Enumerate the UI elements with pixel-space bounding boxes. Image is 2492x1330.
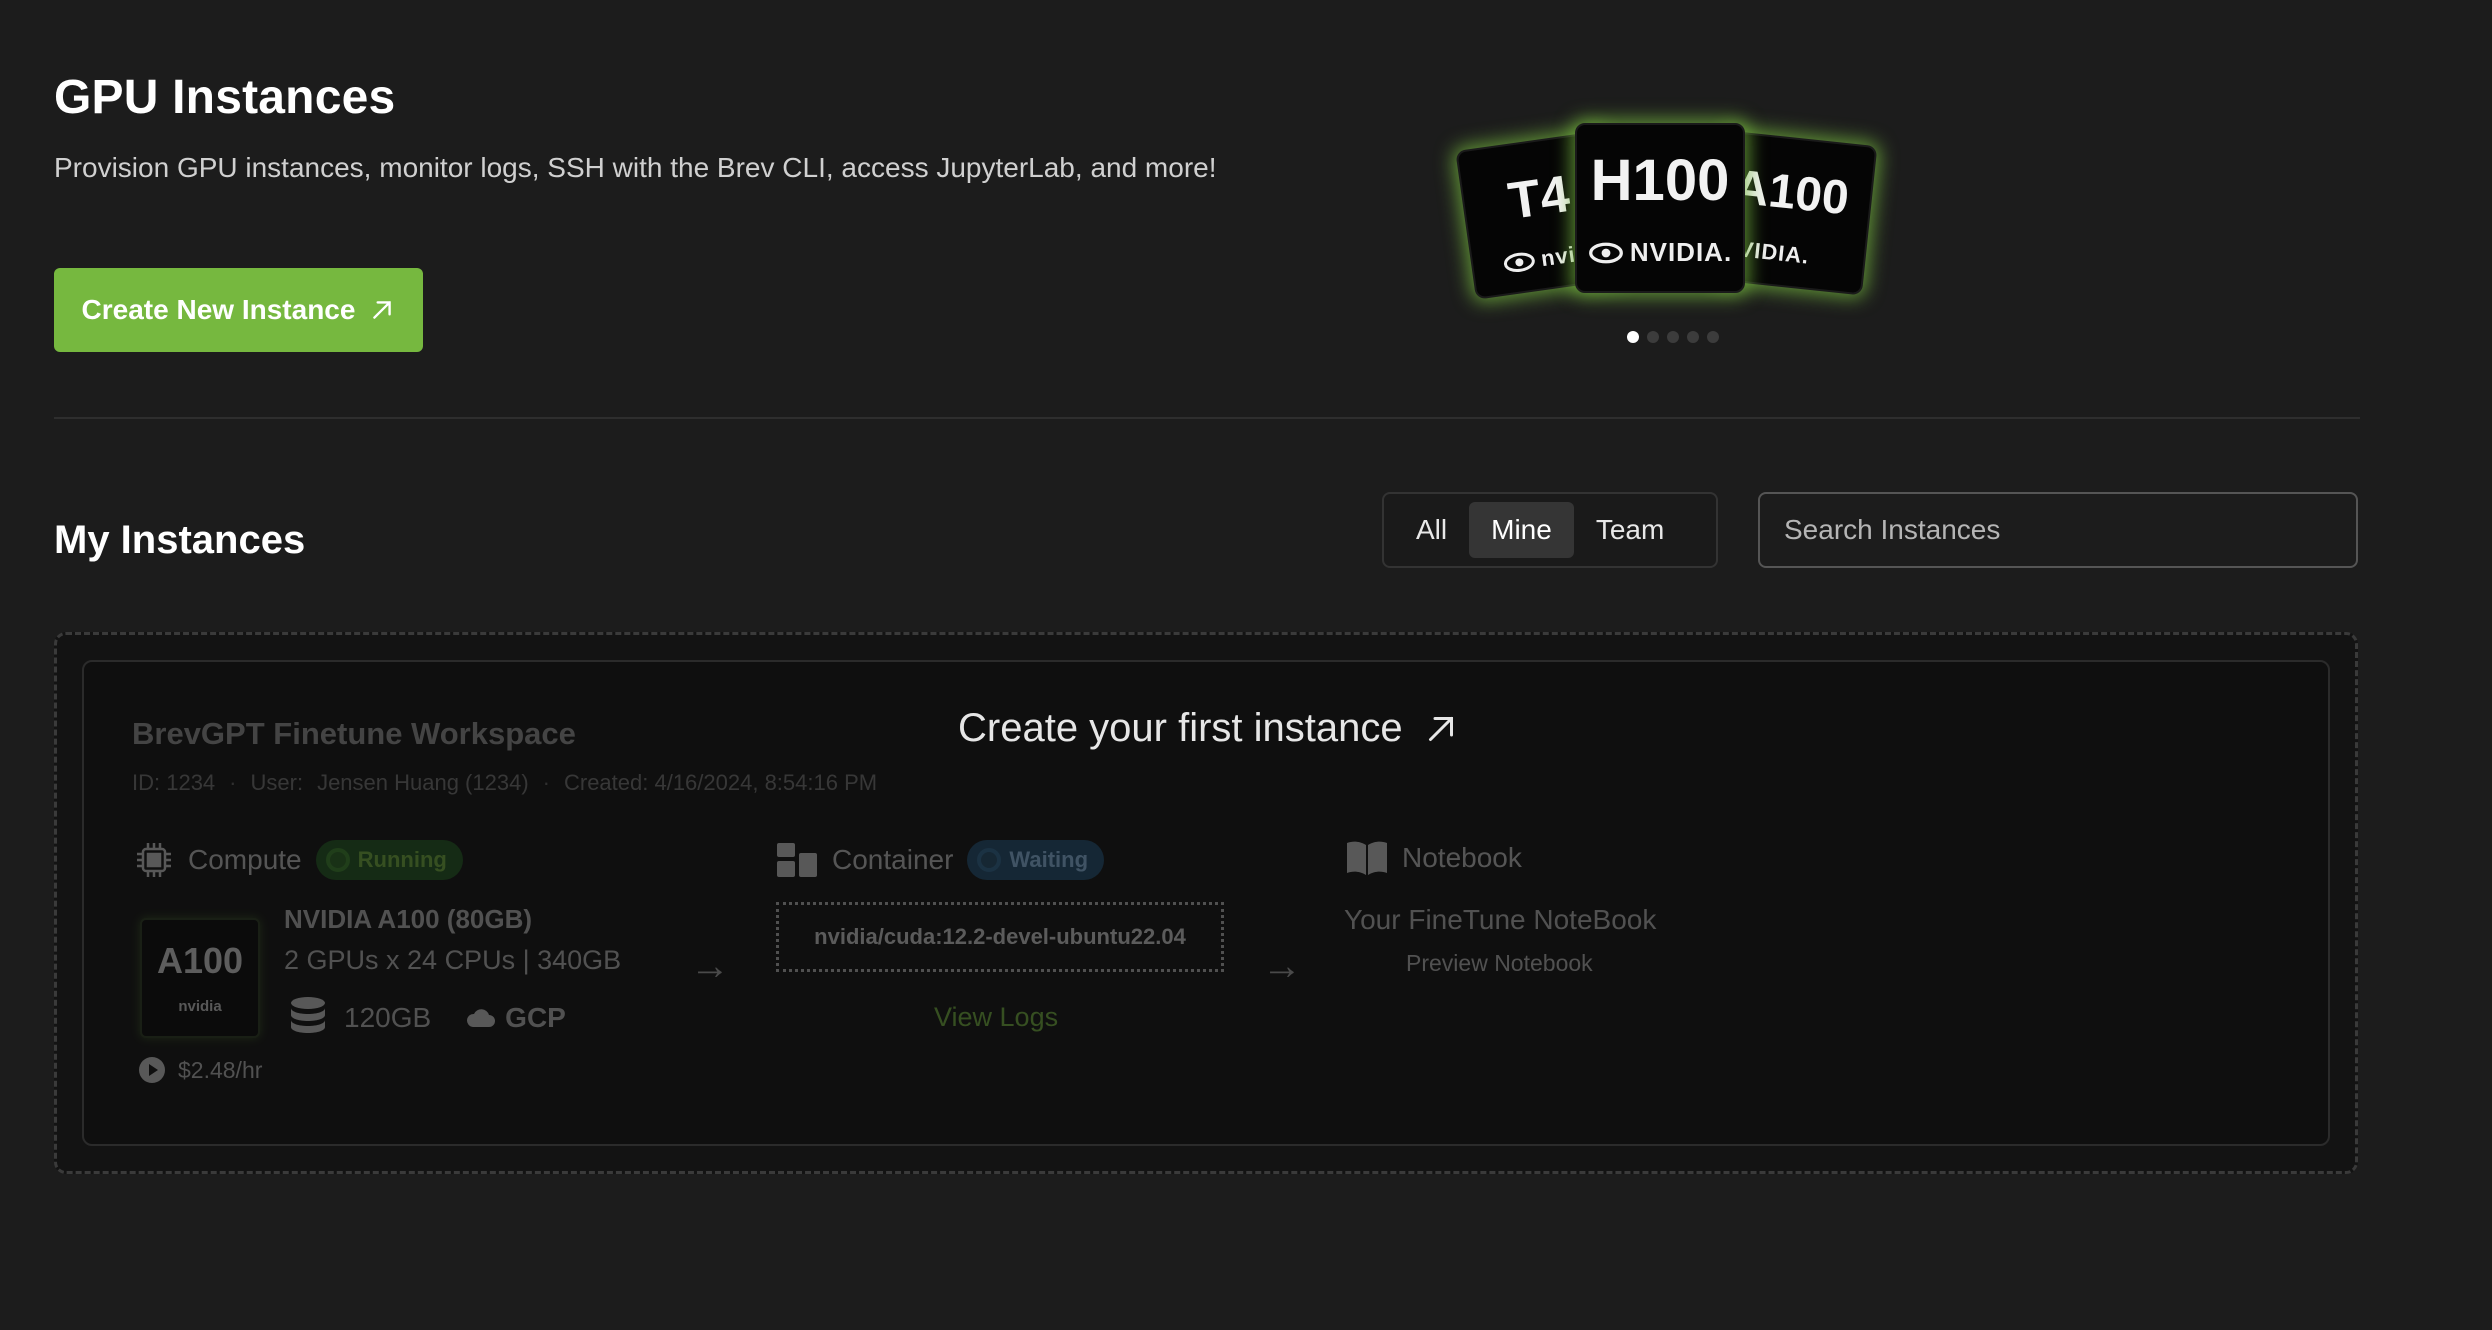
container-section-header: Container Waiting [776, 840, 1105, 880]
nvidia-logo: NVIDIA. [1577, 237, 1743, 268]
status-text: Waiting [1009, 847, 1089, 872]
meta-separator: · [229, 770, 237, 795]
section-divider [54, 417, 2360, 419]
carousel-pagination [1627, 331, 1719, 343]
page-description: Provision GPU instances, monitor logs, S… [54, 152, 1217, 183]
create-new-instance-button[interactable]: Create New Instance [54, 268, 423, 352]
gpu-carousel[interactable]: T4 nvidia A100 NVIDIA. H100 NVIDIA. [1455, 120, 1878, 310]
hourly-price: $2.48/hr [178, 1056, 263, 1083]
user-label: User: [250, 770, 304, 795]
price-info: $2.48/hr [138, 1056, 262, 1084]
filter-tab-mine[interactable]: Mine [1469, 502, 1574, 558]
create-button-label: Create New Instance [81, 294, 356, 325]
cloud-provider: GCP [465, 1002, 566, 1034]
filter-tab-all[interactable]: All [1394, 502, 1469, 558]
notebook-title: Your FineTune NoteBook [1344, 904, 1657, 935]
instance-user: Jensen Huang (1234) [317, 770, 529, 795]
preview-notebook-link: Preview Notebook [1406, 950, 1593, 976]
gpu-card-h100[interactable]: H100 NVIDIA. [1575, 123, 1745, 293]
view-logs-link: View Logs [934, 1002, 1059, 1032]
gpu-card-model: H100 [1590, 148, 1730, 213]
meta-separator: · [542, 770, 550, 795]
container-blocks-icon [777, 843, 817, 877]
container-label: Container [832, 844, 954, 875]
compute-section-header: Compute Running [134, 840, 463, 880]
container-image: nvidia/cuda:12.2-devel-ubuntu22.04 [776, 902, 1224, 972]
brand-text: NVIDIA. [1629, 237, 1733, 267]
workspace-name: BrevGPT Finetune Workspace [132, 716, 576, 751]
storage-size: 120GB [344, 1002, 432, 1033]
status-dot-icon [977, 848, 1002, 872]
play-circle-icon [139, 1057, 165, 1083]
create-first-instance-link[interactable]: Create your first instance [958, 706, 1459, 751]
instance-id: ID: 1234 [132, 770, 216, 795]
carousel-dot-1[interactable] [1627, 331, 1639, 343]
status-badge-waiting: Waiting [967, 840, 1105, 880]
cta-label: Create your first instance [958, 706, 1403, 750]
search-instances-input[interactable] [1758, 492, 2358, 568]
carousel-dot-4[interactable] [1687, 331, 1699, 343]
storage-info: 120GB GCP [288, 996, 566, 1040]
gpu-card-model: A100 [156, 940, 244, 981]
status-text: Running [357, 847, 447, 872]
nvidia-eye-icon [1503, 252, 1535, 272]
brand-text: nvidia [178, 998, 222, 1015]
carousel-dot-2[interactable] [1647, 331, 1659, 343]
carousel-dot-5[interactable] [1707, 331, 1719, 343]
my-instances-title: My Instances [54, 518, 306, 562]
book-icon [1347, 841, 1387, 875]
database-icon [291, 997, 325, 1033]
gpu-name: NVIDIA A100 (80GB) [284, 904, 533, 934]
cloud-name: GCP [505, 1002, 566, 1033]
gpu-spec: 2 GPUs x 24 CPUs | 340GB [284, 945, 622, 975]
nvidia-eye-icon [1588, 242, 1623, 263]
arrow-up-right-icon [373, 301, 392, 319]
gpu-thumbnail-a100: A100 nvidia [140, 918, 260, 1038]
status-dot-icon [325, 848, 350, 872]
compute-label: Compute [188, 844, 302, 875]
page-title: GPU Instances [54, 71, 396, 124]
instance-created: Created: 4/16/2024, 8:54:16 PM [563, 770, 878, 795]
cloud-icon [467, 1009, 496, 1027]
notebook-section-header: Notebook [1346, 840, 1522, 876]
carousel-dot-3[interactable] [1667, 331, 1679, 343]
arrow-up-right-icon [1428, 716, 1453, 741]
workspace-meta: ID: 1234 · User: Jensen Huang (1234) · C… [132, 770, 877, 796]
notebook-label: Notebook [1402, 842, 1522, 873]
cpu-chip-icon [137, 843, 171, 877]
arrow-right-icon: → [1262, 944, 1302, 988]
instance-filter-tabs: All Mine Team [1382, 492, 1718, 568]
arrow-right-icon: → [690, 944, 730, 988]
status-badge-running: Running [315, 840, 463, 880]
filter-tab-team[interactable]: Team [1574, 502, 1686, 558]
